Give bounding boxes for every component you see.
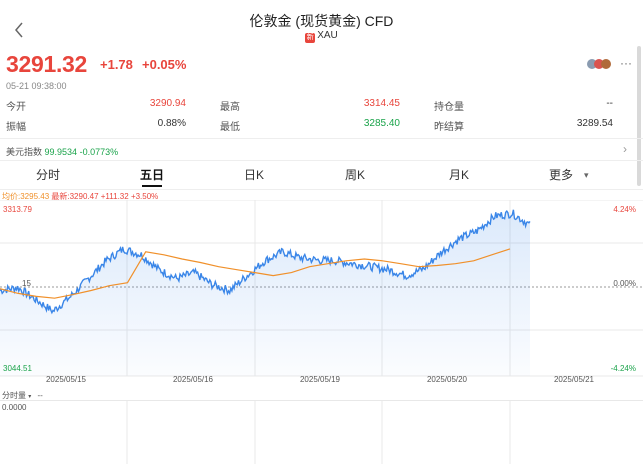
tab-more[interactable]: 更多 <box>549 166 573 183</box>
x-tick-label: 2025/05/21 <box>554 375 595 384</box>
x-tick-label: 2025/05/20 <box>427 375 468 384</box>
tab-intraday[interactable]: 分时 <box>36 166 60 183</box>
open-label: 今开 <box>6 102 26 113</box>
amplitude-label: 振幅 <box>6 122 26 133</box>
divider <box>0 189 643 190</box>
x-tick-label: 2025/05/15 <box>46 375 87 384</box>
prev-settle-value: 3289.54 <box>576 118 613 129</box>
tab-daily-k[interactable]: 日K <box>244 166 264 183</box>
divider <box>0 160 643 161</box>
tab-weekly-k[interactable]: 周K <box>345 166 365 183</box>
y-bottom-label: 3044.51 <box>3 364 32 373</box>
avatar <box>601 59 611 69</box>
low-value: 3285.40 <box>363 118 400 129</box>
x-tick-label: 2025/05/16 <box>173 375 214 384</box>
open-interest-value: -- <box>606 98 613 109</box>
right-mid-label: 0.00% <box>613 279 636 288</box>
prev-settle-label: 昨结算 <box>434 122 464 133</box>
symbol-subtitle: 新 XAU <box>0 30 643 43</box>
symbol-code: XAU <box>317 30 338 41</box>
active-tab-indicator <box>142 185 162 187</box>
usd-index-row[interactable]: 美元指数 99.9534 -0.0773% <box>6 145 118 158</box>
more-dropdown-icon[interactable]: ▾ <box>584 170 589 181</box>
current-price: 3291.32 <box>6 51 88 77</box>
scrollbar[interactable] <box>637 46 641 186</box>
divider <box>0 138 643 139</box>
x-tick-label: 2025/05/19 <box>300 375 341 384</box>
chevron-right-icon[interactable]: › <box>623 142 627 156</box>
y-top-label: 3313.79 <box>3 205 32 214</box>
volume-value: 0.0000 <box>2 403 27 412</box>
right-bottom-label: -4.24% <box>611 364 636 373</box>
amplitude-value: 0.88% <box>157 118 186 129</box>
tab-five-day[interactable]: 五日 <box>140 166 164 183</box>
volume-grid <box>0 400 643 464</box>
avatar-group[interactable] <box>586 57 618 69</box>
price-chart[interactable]: 3313.79 15 3044.51 4.24% 0.00% -4.24% 20… <box>0 200 643 390</box>
usd-index-change: -0.0773% <box>79 147 119 157</box>
volume-chart <box>0 400 643 464</box>
quote-timestamp: 05-21 09:38:00 <box>6 81 67 91</box>
open-value: 3290.94 <box>149 98 186 109</box>
more-menu-icon[interactable]: ··· <box>620 56 632 70</box>
low-label: 最低 <box>220 122 240 133</box>
high-value: 3314.45 <box>363 98 400 109</box>
high-label: 最高 <box>220 102 240 113</box>
usd-index-label: 美元指数 <box>6 147 43 157</box>
y-mid-label: 15 <box>22 279 31 288</box>
price-change-pct: +0.05% <box>142 57 187 72</box>
open-interest-label: 持仓量 <box>434 102 464 113</box>
volume-label: 分时量 <box>2 391 26 400</box>
usd-index-value: 99.9534 <box>44 147 78 157</box>
page-title: 伦敦金 (现货黄金) CFD <box>249 13 394 29</box>
right-top-label: 4.24% <box>613 205 636 214</box>
flag-badge: 新 <box>305 33 316 43</box>
tab-monthly-k[interactable]: 月K <box>449 166 469 183</box>
volume-dash: -- <box>37 391 43 400</box>
price-change: +1.78 <box>100 57 133 72</box>
